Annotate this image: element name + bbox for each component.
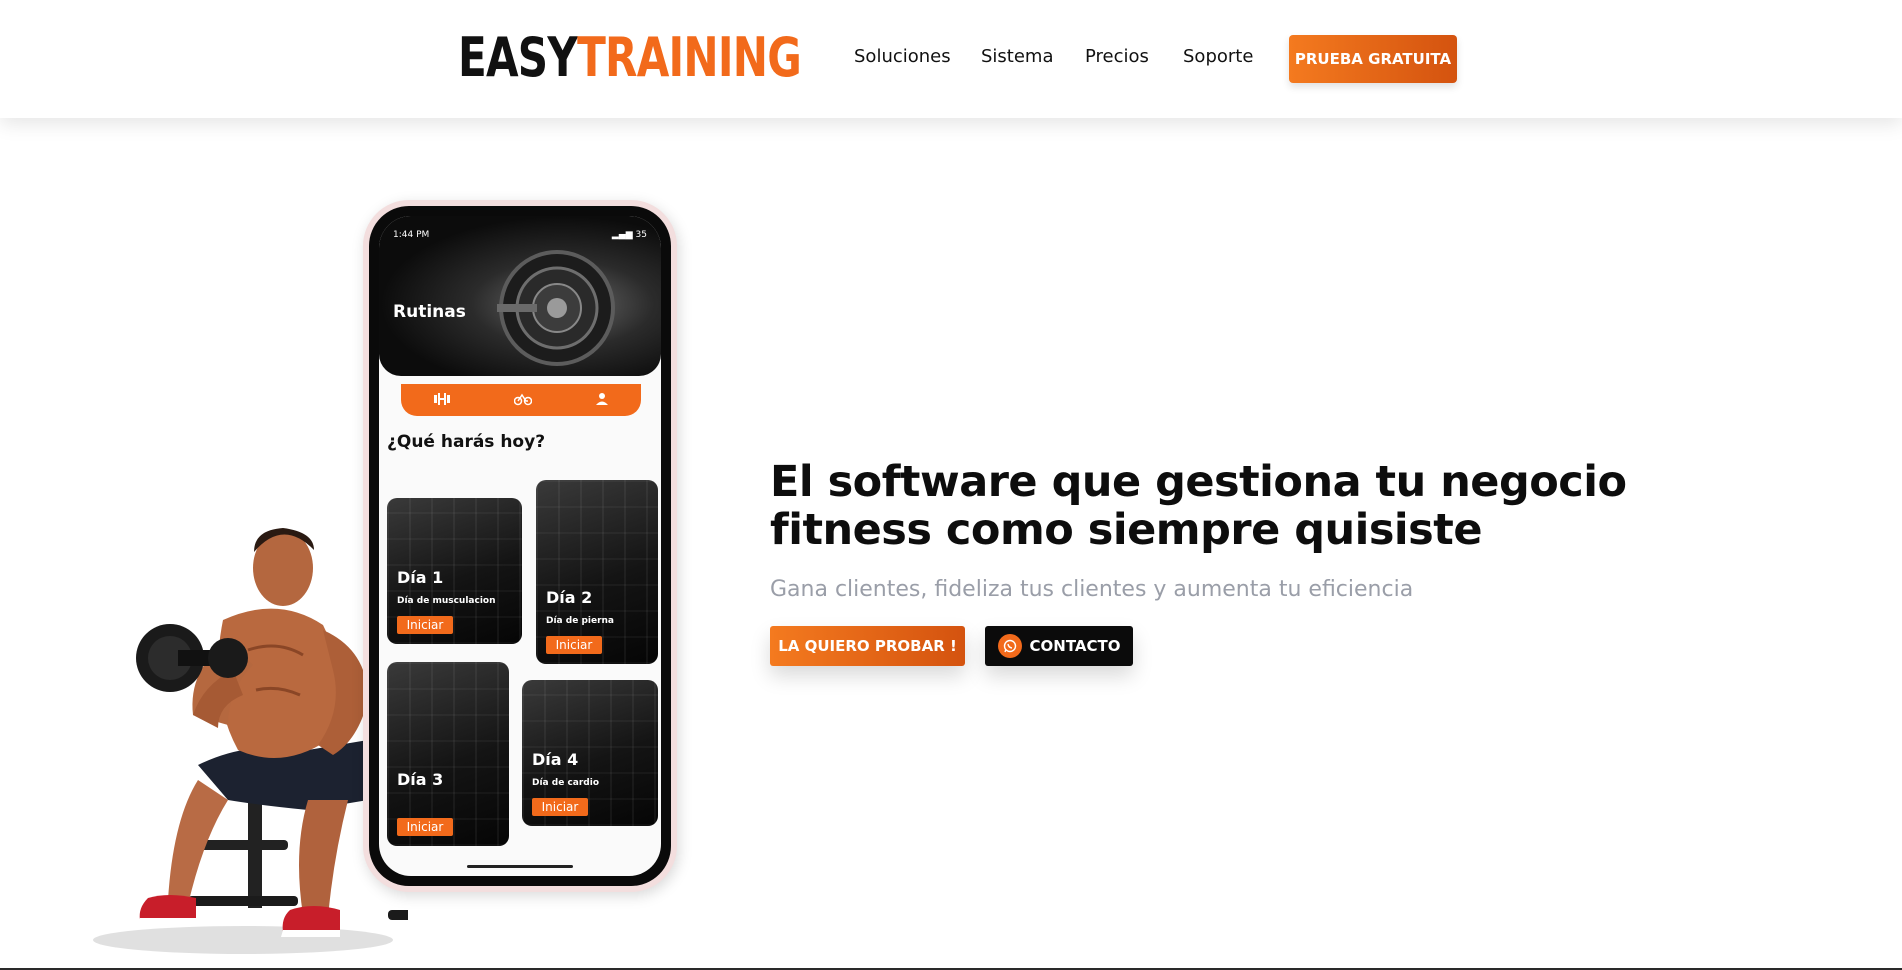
hero-subtitle: Gana clientes, fideliza tus clientes y a… (770, 577, 1414, 602)
try-it-button[interactable]: LA QUIERO PROBAR ! (770, 626, 965, 666)
free-trial-button[interactable]: PRUEBA GRATUITA (1289, 35, 1457, 83)
bodybuilder-image (93, 528, 408, 954)
nav-soporte[interactable]: Soporte (1183, 46, 1253, 67)
start-button[interactable]: Iniciar (546, 636, 602, 654)
bike-icon[interactable] (513, 391, 533, 410)
person-icon[interactable] (595, 391, 609, 410)
card-day: Día 4 (532, 750, 579, 769)
nav-precios[interactable]: Precios (1085, 46, 1149, 67)
battery-indicator: ▂▄▆ 35 (611, 230, 647, 240)
logo-training: TRAINING (577, 26, 802, 89)
contact-button[interactable]: CONTACTO (985, 626, 1133, 666)
app-tabbar (401, 384, 641, 416)
card-day: Día 1 (397, 568, 444, 587)
card-desc: Día de pierna (546, 616, 614, 626)
whatsapp-icon (997, 634, 1022, 658)
routine-card[interactable]: Día 2 Día de pierna Iniciar (536, 480, 658, 664)
start-button[interactable]: Iniciar (397, 818, 453, 836)
phone-mockup: 1:44 PM ▂▄▆ 35 Rutinas ¿Qué harás hoy? D… (363, 200, 677, 892)
logo[interactable]: EASY TRAINING (458, 26, 802, 89)
weight-plate-icon (497, 250, 615, 366)
card-day: Día 2 (546, 588, 593, 607)
card-day: Día 3 (397, 770, 444, 789)
home-indicator (467, 865, 573, 868)
screen-hero-image (379, 216, 661, 376)
phone-bezel: 1:44 PM ▂▄▆ 35 Rutinas ¿Qué harás hoy? D… (369, 206, 671, 886)
dumbbell-icon[interactable] (433, 391, 451, 410)
start-button[interactable]: Iniciar (397, 616, 453, 634)
phone-screen: 1:44 PM ▂▄▆ 35 Rutinas ¿Qué harás hoy? D… (379, 216, 661, 876)
contact-label: CONTACTO (1029, 637, 1121, 655)
section-title: ¿Qué harás hoy? (387, 432, 546, 452)
routine-card[interactable]: Día 4 Día de cardio Iniciar (522, 680, 658, 826)
nav-soluciones[interactable]: Soluciones (854, 46, 951, 67)
routine-card[interactable]: Día 3 Iniciar (387, 662, 509, 846)
screen-title: Rutinas (393, 302, 466, 322)
signal-icon: ▂▄▆ (611, 230, 636, 240)
status-bar: 1:44 PM ▂▄▆ 35 (393, 230, 647, 240)
card-desc: Día de cardio (532, 778, 599, 788)
hero-title: El software que gestiona tu negocio fitn… (770, 457, 1627, 555)
start-button[interactable]: Iniciar (532, 798, 588, 816)
card-desc: Día de musculacion (397, 596, 496, 606)
routine-card[interactable]: Día 1 Día de musculacion Iniciar (387, 498, 522, 644)
site-header: EASY TRAINING Soluciones Sistema Precios … (0, 0, 1902, 118)
status-time: 1:44 PM (393, 230, 430, 240)
nav-sistema[interactable]: Sistema (981, 46, 1054, 67)
logo-easy: EASY (458, 26, 578, 89)
